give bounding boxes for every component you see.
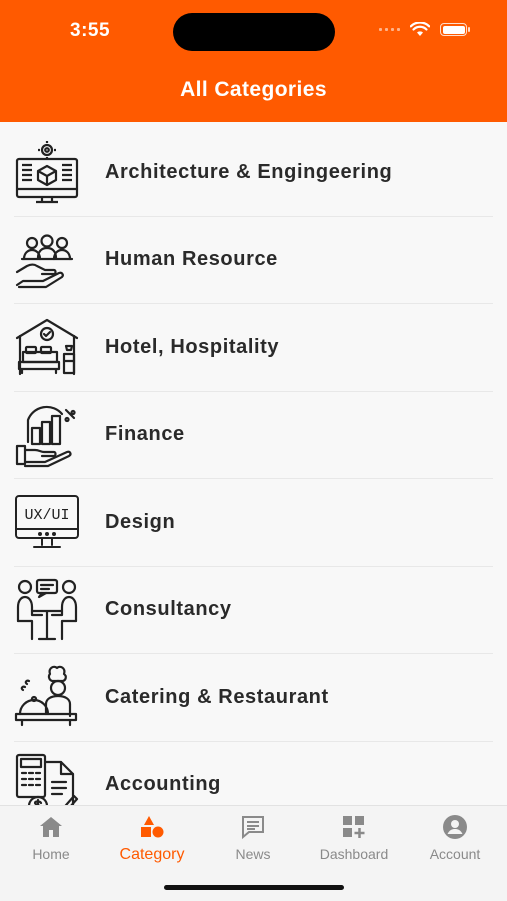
category-item-architecture[interactable]: Architecture & Engingeering (14, 129, 493, 217)
design-icon-text: UX/UI (24, 507, 69, 524)
hotel-icon (15, 319, 79, 376)
category-item-catering[interactable]: Catering & Restaurant (14, 654, 493, 742)
tab-label: News (235, 846, 271, 862)
status-icons (379, 22, 470, 37)
account-icon (443, 815, 467, 839)
category-label: Hotel, Hospitality (105, 335, 280, 358)
category-item-design[interactable]: UX/UI Design (14, 479, 493, 567)
category-label: Human Resource (105, 248, 278, 271)
consultancy-icon (16, 578, 78, 640)
tab-news[interactable]: News (203, 814, 303, 862)
tab-account[interactable]: Account (405, 814, 505, 862)
architecture-icon (15, 141, 79, 204)
category-label: Design (105, 510, 176, 533)
category-item-finance[interactable]: Finance (14, 392, 493, 479)
category-icon (141, 816, 164, 838)
app-header: 3:55 All Categories (0, 0, 507, 122)
battery-icon (440, 23, 470, 36)
wifi-icon (410, 22, 430, 36)
category-label: Accounting (105, 773, 221, 796)
home-icon (40, 817, 62, 837)
tab-home[interactable]: Home (1, 814, 101, 862)
status-time: 3:55 (70, 20, 111, 41)
dashboard-icon (343, 816, 365, 838)
tab-label: Home (32, 846, 70, 862)
category-label: Architecture & Engingeering (105, 160, 393, 183)
catering-icon (14, 665, 78, 727)
tab-label: Account (429, 846, 481, 862)
design-icon: UX/UI (15, 495, 79, 549)
tab-label: Dashboard (319, 846, 389, 862)
signal-icon (379, 28, 400, 31)
accounting-icon (15, 753, 79, 805)
category-item-accounting[interactable]: Accounting (14, 742, 493, 805)
category-item-hotel[interactable]: Hotel, Hospitality (14, 304, 493, 392)
tab-dashboard[interactable]: Dashboard (304, 814, 404, 862)
dynamic-island (173, 13, 335, 51)
category-item-consultancy[interactable]: Consultancy (14, 567, 493, 654)
home-indicator[interactable] (164, 885, 344, 890)
category-label: Catering & Restaurant (105, 685, 329, 708)
category-label: Consultancy (105, 598, 232, 621)
category-label: Finance (105, 423, 185, 446)
category-list[interactable]: Architecture & Engingeering Human Resour… (0, 129, 507, 805)
category-item-human-resource[interactable]: Human Resource (14, 217, 493, 304)
tab-category[interactable]: Category (102, 814, 202, 864)
finance-icon (15, 405, 76, 467)
news-icon (242, 816, 264, 840)
page-title: All Categories (180, 78, 327, 101)
tab-label: Category (119, 846, 185, 863)
human-resource-icon (15, 234, 74, 288)
